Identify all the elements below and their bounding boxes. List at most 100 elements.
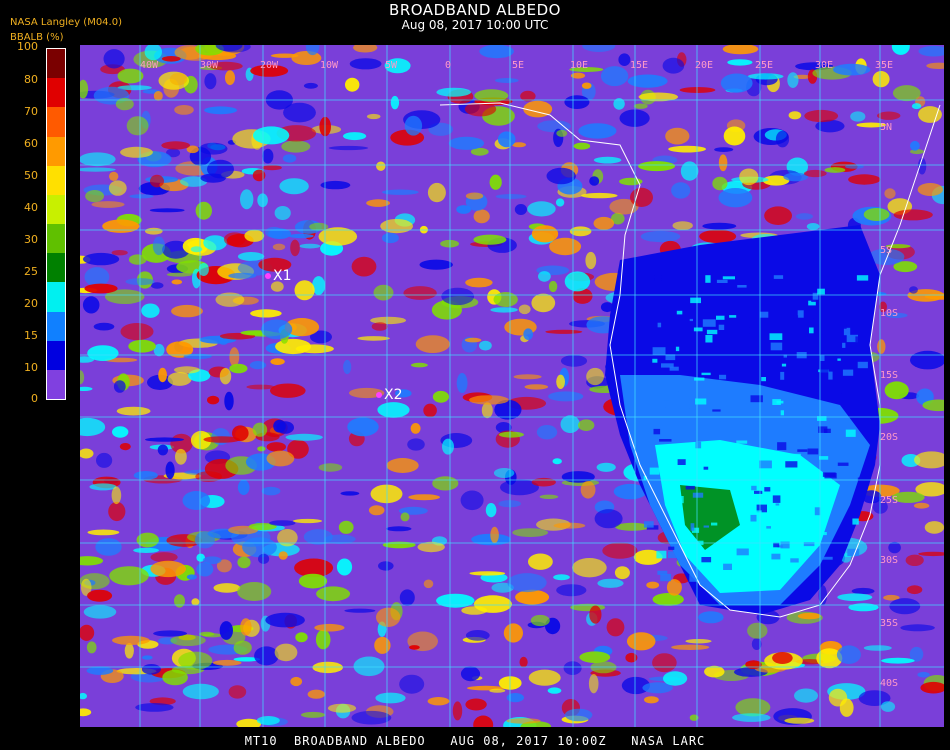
land-texture xyxy=(706,329,718,335)
cloud-patch xyxy=(644,696,659,704)
color-scale-tick: 100 xyxy=(17,40,38,53)
cloud-patch xyxy=(292,518,323,524)
cloud-patch xyxy=(464,337,482,343)
longitude-label: 5W xyxy=(385,60,398,71)
cloud-patch xyxy=(600,66,629,87)
map-subtitle: Aug 08, 2017 10:00 UTC xyxy=(401,18,549,32)
cloud-patch xyxy=(116,406,151,416)
land-texture xyxy=(677,459,686,465)
cloud-patch xyxy=(479,45,514,59)
latitude-label: 25S xyxy=(880,495,899,506)
cloud-patch xyxy=(87,529,120,536)
land-texture xyxy=(751,485,757,491)
cloud-patch xyxy=(307,689,325,699)
cloud-patch xyxy=(618,53,631,66)
cloud-patch xyxy=(824,167,846,173)
cloud-patch xyxy=(436,87,472,97)
cloud-patch xyxy=(141,303,160,318)
cloud-patch xyxy=(432,476,459,491)
cloud-patch xyxy=(400,512,410,522)
cloud-patch xyxy=(633,103,648,109)
cloud-patch xyxy=(228,272,257,279)
albedo-map xyxy=(80,45,944,727)
cloud-patch xyxy=(295,632,308,643)
cloud-patch xyxy=(627,74,668,88)
cloud-patch xyxy=(195,201,212,220)
land-texture xyxy=(805,477,818,485)
cloud-patch xyxy=(538,271,551,282)
cloud-patch xyxy=(266,450,295,467)
longitude-label: 0 xyxy=(445,60,452,71)
land-texture xyxy=(675,346,680,352)
cloud-patch xyxy=(586,367,604,386)
cloud-patch xyxy=(158,367,167,383)
cloud-patch xyxy=(513,374,542,380)
cloud-patch xyxy=(614,566,630,580)
land-texture xyxy=(845,429,856,437)
cloud-patch xyxy=(204,73,217,90)
color-scale-tick: 40 xyxy=(24,201,38,214)
longitude-label: 20W xyxy=(260,60,279,71)
cloud-patch xyxy=(493,292,518,307)
cloud-patch xyxy=(129,194,154,199)
cloud-patch xyxy=(900,624,935,632)
cloud-patch xyxy=(906,585,923,595)
cloud-patch xyxy=(578,419,595,432)
cloud-patch xyxy=(375,692,406,704)
cloud-patch xyxy=(727,59,753,66)
cloud-patch xyxy=(863,208,890,221)
cloud-patch xyxy=(549,237,582,256)
land-texture xyxy=(667,386,679,392)
latitude-label: 5S xyxy=(880,245,893,256)
cloud-patch xyxy=(150,552,178,563)
cloud-patch xyxy=(165,461,175,480)
cloud-patch xyxy=(407,438,425,451)
cloud-patch xyxy=(237,556,251,569)
cloud-patch xyxy=(357,336,390,341)
cloud-patch xyxy=(316,586,351,602)
land-texture xyxy=(703,466,709,470)
cloud-patch xyxy=(564,95,590,109)
cloud-patch xyxy=(152,236,165,256)
cloud-patch xyxy=(381,232,399,244)
cloud-patch xyxy=(380,219,413,234)
cloud-patch xyxy=(174,105,194,115)
color-scale-segment xyxy=(47,340,65,370)
marker-x1-label: X1 xyxy=(273,268,292,284)
cloud-patch xyxy=(290,239,300,257)
land-texture xyxy=(807,318,814,323)
land-texture xyxy=(772,495,781,503)
cloud-patch xyxy=(884,381,909,400)
land-texture xyxy=(689,574,698,582)
land-texture xyxy=(801,323,809,331)
land-texture xyxy=(773,275,784,279)
cloud-patch xyxy=(328,145,369,151)
cloud-patch xyxy=(564,708,593,722)
cloud-patch xyxy=(720,73,753,93)
land-texture xyxy=(685,485,695,490)
cloud-patch xyxy=(207,159,234,179)
cloud-patch xyxy=(560,415,580,434)
cloud-patch xyxy=(113,380,126,393)
cloud-patch xyxy=(515,589,550,605)
cloud-patch xyxy=(456,205,472,214)
cloud-patch xyxy=(602,542,638,559)
latitude-label: 20S xyxy=(880,432,899,443)
cloud-patch xyxy=(126,116,149,136)
land-texture xyxy=(837,358,841,361)
land-texture xyxy=(644,521,654,528)
land-texture xyxy=(723,563,732,570)
land-texture xyxy=(814,507,821,516)
cloud-patch xyxy=(108,180,127,196)
land-texture xyxy=(700,297,713,302)
cloud-patch xyxy=(714,147,734,152)
cloud-patch xyxy=(596,462,616,472)
color-scale-tick: 0 xyxy=(31,392,38,405)
cloud-patch xyxy=(124,643,134,659)
cloud-patch xyxy=(109,171,119,181)
cloud-patch xyxy=(905,554,924,566)
cloud-patch xyxy=(685,639,712,644)
color-scale-tick: 60 xyxy=(24,137,38,150)
cloud-patch xyxy=(349,58,382,70)
cloud-patch xyxy=(518,304,531,315)
